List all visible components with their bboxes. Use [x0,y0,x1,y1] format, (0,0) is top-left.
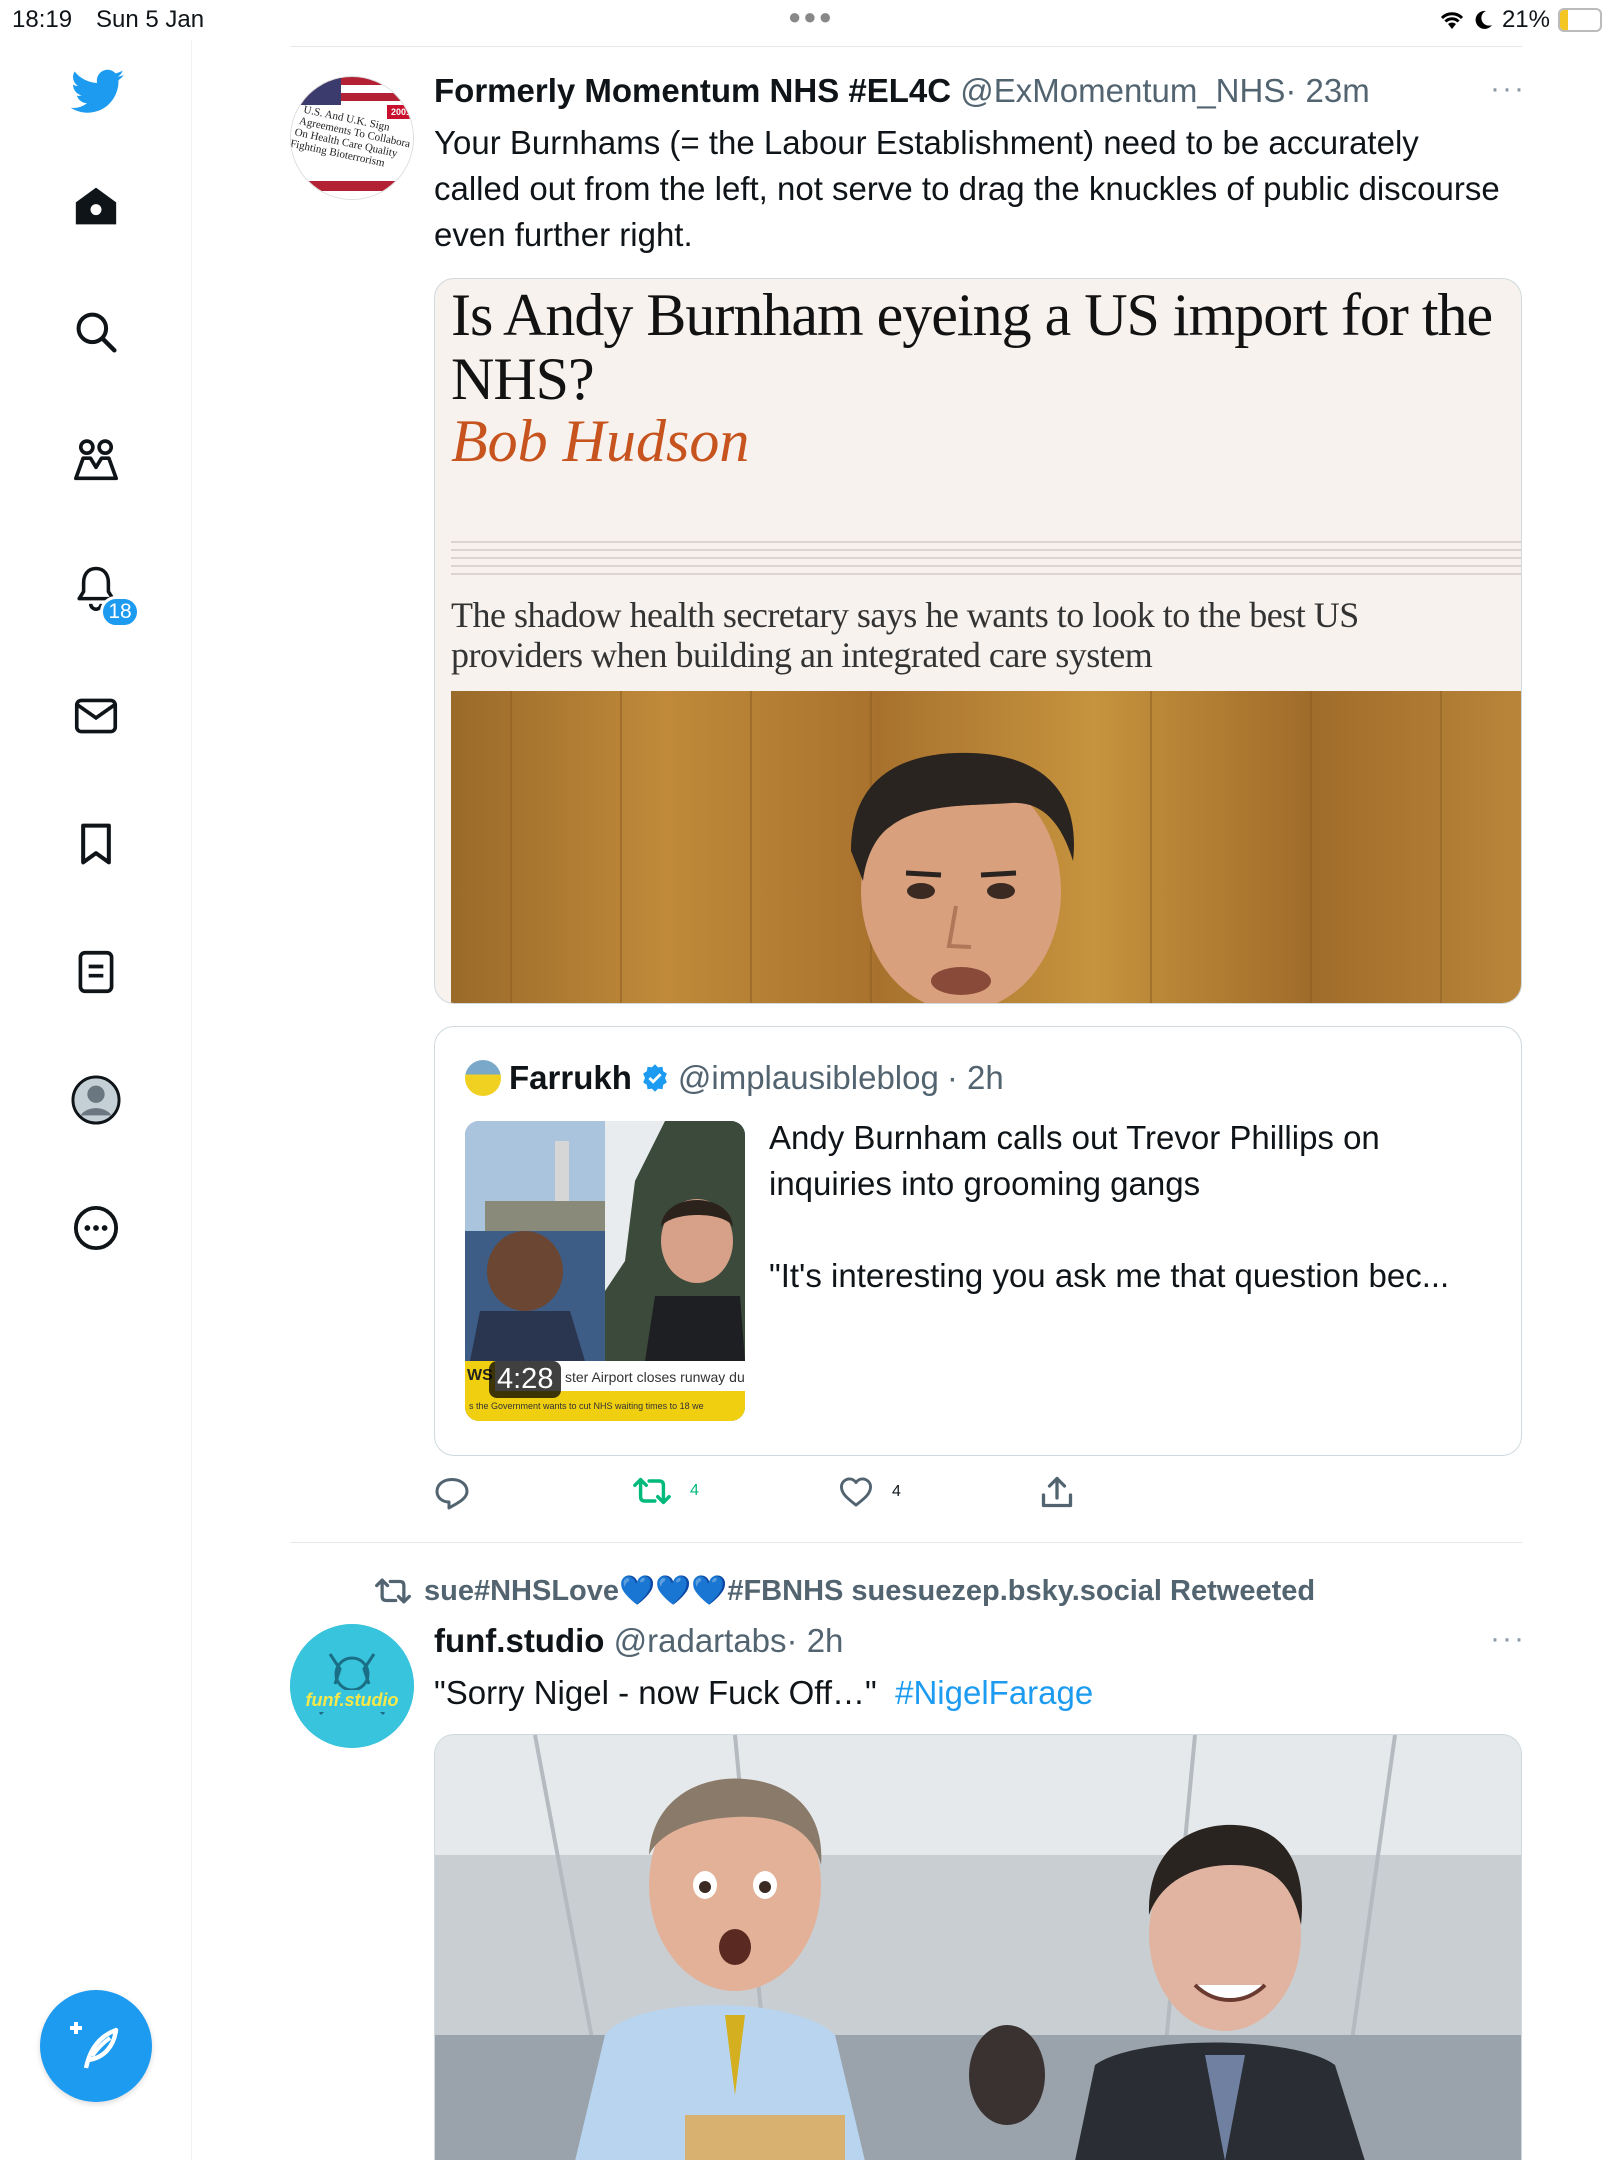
like-button[interactable]: 4 [838,1476,901,1508]
heart-icon [839,1477,872,1507]
video-ticker-text: ster Airport closes runway du [565,1369,745,1385]
article-subtitle: The shadow health secretary says he want… [451,595,1359,675]
battery-fill [1560,10,1569,30]
article-rule [451,541,1521,543]
reply-icon [435,1478,469,1510]
tweet-text: "Sorry Nigel - now Fuck Off…" [434,1674,877,1711]
tweet-text: Your Burnhams (= the Labour Establishmen… [434,124,1500,253]
retweet-button[interactable]: 4 [632,1476,699,1506]
status-bar: 18:19 Sun 5 Jan ●●● 21% ⚡ [0,0,1620,40]
status-time: 18:19 [12,6,73,33]
tweet-header: funf.studio @radartabs· 2h [434,1622,843,1660]
multitasking-dots-icon[interactable]: ●●● [788,4,834,30]
author-handle[interactable]: @ExMomentum_NHS [960,72,1285,109]
compose-tweet-button[interactable] [40,1990,152,2102]
reply-button[interactable] [434,1476,488,1510]
like-count: 4 [892,1483,901,1500]
avatar-flag-image: U.S. And U.K. Sign Agreements To Collabo… [291,77,413,199]
article-title: Is Andy Burnham eyeing a US import for t… [451,282,1493,412]
retweet-icon [633,1477,671,1505]
video-duration: 4:28 [489,1361,562,1398]
battery-percent: 21% [1501,6,1550,33]
quoted-tweet[interactable]: Farrukh @implausibleblog · 2h WS ster Ai… [434,1026,1522,1456]
video-thumbnail[interactable]: WS ster Airport closes runway du s the G… [465,1121,745,1421]
article-rule [451,549,1521,551]
more-options-icon[interactable] [66,1198,126,1258]
feed-top-divider [290,46,1522,47]
communities-icon[interactable] [66,430,126,490]
charging-bolt-icon: ⚡ [1572,8,1588,32]
quoted-tweet-text: Andy Burnham calls out Trevor Phillips o… [769,1119,1380,1202]
author-name[interactable]: funf.studio [434,1622,604,1659]
retweet-count: 4 [690,1482,699,1499]
retweet-icon [375,1578,411,1604]
twitter-logo-icon[interactable] [68,62,128,122]
compose-feather-icon [70,2022,119,2069]
messages-envelope-icon[interactable] [66,686,126,746]
search-icon[interactable] [66,302,126,362]
retweeted-by-text[interactable]: sue#NHSLove💙💙💙#FBNHS suesuezep.bsky.soci… [424,1574,1315,1608]
sidebar: 18 [0,40,192,2160]
notifications-badge: 18 [100,596,140,628]
video-ticker-subtext: s the Government wants to cut NHS waitin… [469,1401,704,1411]
moon-icon [1475,10,1492,29]
home-icon[interactable] [66,176,126,236]
quoted-tweet-text-continued: "It's interesting you ask me that questi… [769,1257,1450,1294]
quoted-tweet-header: Farrukh @implausibleblog · 2h [465,1059,1004,1097]
avatar-text: funf.studio [305,1690,399,1710]
hashtag-link[interactable]: #NigelFarage [895,1674,1093,1711]
tweet-divider [290,1542,1522,1543]
bookmarks-icon[interactable] [66,814,126,874]
tweet-media-image[interactable] [434,1734,1522,2160]
author-name[interactable]: Formerly Momentum NHS #EL4C [434,72,951,109]
tweet-time[interactable]: · 2h [787,1622,844,1659]
quoted-author-handle[interactable]: @implausibleblog [678,1059,939,1097]
profile-avatar-icon[interactable] [66,1070,126,1130]
article-rule [451,565,1521,567]
article-photo [451,691,1521,1003]
tweet-header: Formerly Momentum NHS #EL4C @ExMomentum_… [434,72,1370,110]
article-author: Bob Hudson [451,408,750,474]
quoted-tweet-time[interactable]: · 2h [947,1059,1004,1097]
share-button[interactable] [1040,1474,1074,1510]
status-date: Sun 5 Jan [96,6,205,33]
battery-icon: ⚡ [1558,8,1602,32]
quoted-author-name[interactable]: Farrukh [509,1059,632,1097]
tweet-time[interactable]: · 23m [1285,72,1369,109]
link-card[interactable]: Is Andy Burnham eyeing a US import for t… [434,278,1522,1004]
verified-badge-icon [643,1064,667,1092]
wifi-icon [1440,12,1464,29]
avatar[interactable]: funf.studio [290,1624,414,1748]
article-rule [451,557,1521,559]
svg-text:2001: 2001 [391,107,411,117]
tweet-more-icon[interactable]: ··· [1490,1622,1526,1656]
tweet-text-container: "Sorry Nigel - now Fuck Off…" #NigelFara… [434,1670,1514,1716]
author-handle[interactable]: @radartabs [614,1622,787,1659]
avatar[interactable]: U.S. And U.K. Sign Agreements To Collabo… [290,76,414,200]
tweet-more-icon[interactable]: ··· [1490,72,1526,106]
lists-icon[interactable] [66,942,126,1002]
retweet-note: sue#NHSLove💙💙💙#FBNHS suesuezep.bsky.soci… [374,1574,1315,1608]
share-icon [1041,1476,1073,1508]
quoted-avatar[interactable] [465,1060,501,1096]
article-rule [451,573,1521,575]
